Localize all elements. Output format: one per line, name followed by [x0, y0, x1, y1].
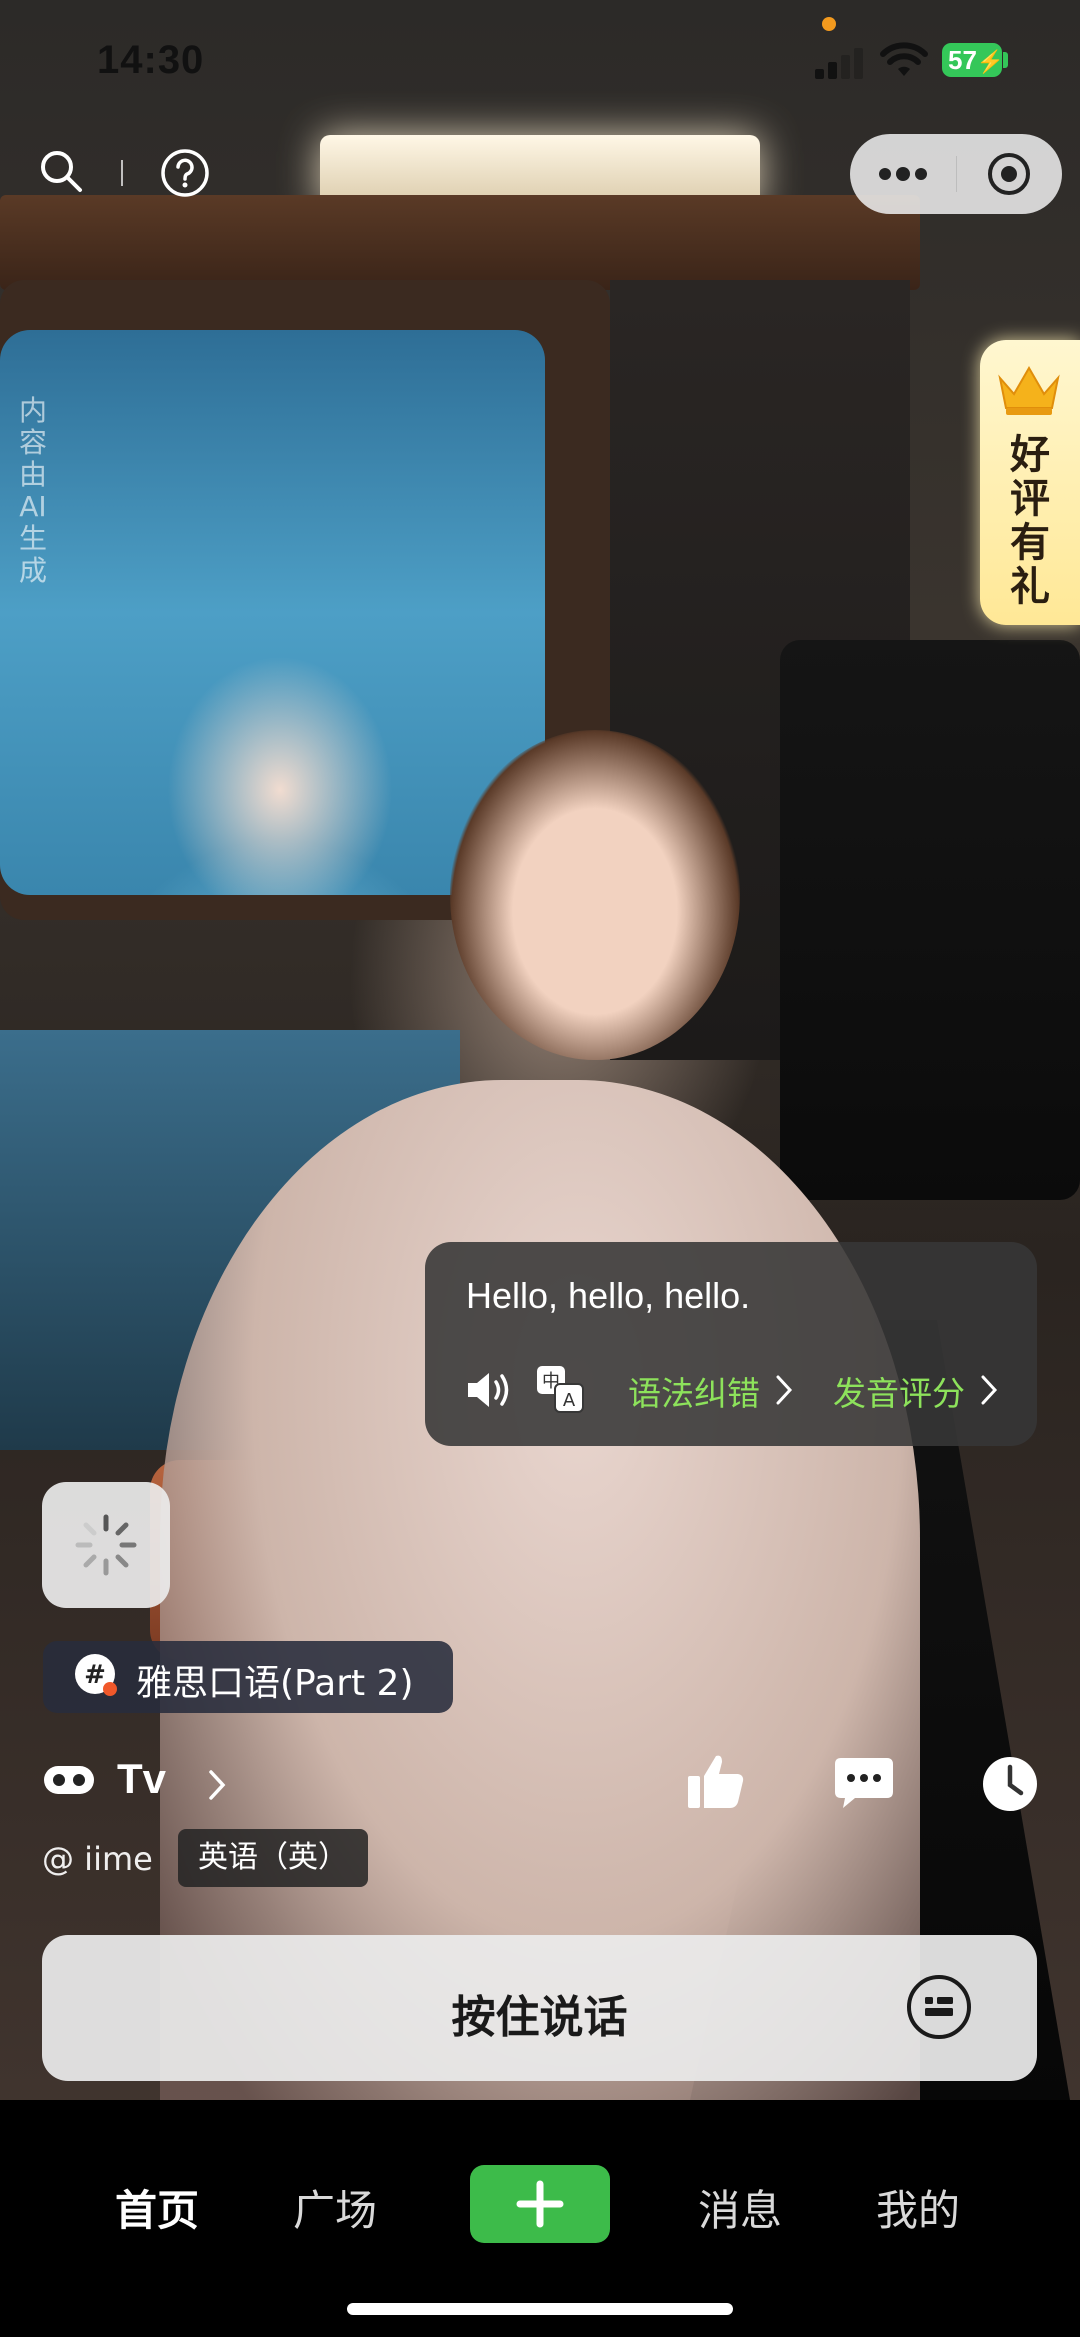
hold-to-talk-label: 按住说话: [451, 1992, 628, 2043]
close-miniprogram-icon: [988, 153, 1031, 195]
charging-bolt-icon: ⚡: [976, 49, 1005, 74]
loading-button[interactable]: [42, 1482, 170, 1608]
chevron-right-icon: [981, 1375, 998, 1405]
pronunciation-score-link[interactable]: 发音评分: [833, 1367, 965, 1415]
battery-level: 57: [948, 45, 977, 75]
nav-home[interactable]: 首页: [115, 2177, 199, 2238]
speech-bubble: [425, 1242, 1037, 1446]
review-reward-text: 好评有礼: [1010, 432, 1050, 610]
search-icon[interactable]: [38, 148, 84, 194]
nav-square[interactable]: 广场: [293, 2177, 377, 2238]
chevron-right-icon[interactable]: [207, 1768, 227, 1802]
home-indicator[interactable]: [347, 2303, 733, 2315]
status-time: 14:30: [97, 38, 205, 82]
crown-icon: [998, 365, 1060, 415]
ai-generated-notice: 内容由AI生成: [18, 394, 47, 587]
top-divider: [121, 160, 123, 186]
more-icon: [878, 167, 927, 181]
speech-text: Hello, hello, hello.: [466, 1275, 751, 1316]
grammar-correction-link[interactable]: 语法纠错: [628, 1367, 760, 1415]
nav-add-button[interactable]: [470, 2165, 610, 2243]
persona-name[interactable]: Tv: [117, 1755, 166, 1803]
miniprogram-capsule: [850, 134, 1062, 214]
keyboard-icon[interactable]: [905, 1973, 973, 2041]
battery-tip: [1003, 52, 1008, 68]
close-miniprogram-button[interactable]: [957, 134, 1063, 214]
more-button[interactable]: [850, 134, 956, 214]
plus-icon: [516, 2180, 564, 2228]
loading-spinner-icon: [75, 1514, 137, 1576]
tv-screen: [0, 330, 545, 895]
wifi-icon: [880, 42, 928, 76]
help-icon[interactable]: [160, 148, 210, 198]
film-camera: [780, 640, 1080, 1200]
tv-cabinet-top: [0, 195, 920, 290]
nav-profile[interactable]: 我的: [876, 2177, 960, 2238]
cellular-signal-icon: [815, 45, 865, 79]
svg-text:#: #: [84, 1660, 106, 1690]
hold-to-talk-button[interactable]: 按住说话: [42, 1935, 1037, 2081]
svg-text:A: A: [563, 1390, 576, 1411]
nav-messages[interactable]: 消息: [698, 2177, 782, 2238]
language-badge: 英语（英）: [178, 1829, 368, 1887]
character-portrait: [450, 730, 740, 1060]
chevron-right-icon: [776, 1375, 793, 1405]
history-clock-icon[interactable]: [981, 1755, 1039, 1813]
speaker-icon[interactable]: [465, 1368, 515, 1412]
thumbs-up-icon[interactable]: [686, 1752, 746, 1810]
recording-indicator-dot: [822, 17, 836, 31]
hashtag-icon: #: [75, 1654, 117, 1696]
topic-tag-label: 雅思口语(Part 2): [136, 1663, 414, 1704]
translate-icon[interactable]: 中 A: [535, 1364, 585, 1414]
author-handle[interactable]: @ iime: [42, 1840, 153, 1878]
chat-bubble-icon[interactable]: [833, 1756, 895, 1810]
battery-indicator: 57⚡: [942, 43, 1005, 77]
persona-mask-icon[interactable]: [42, 1760, 96, 1800]
